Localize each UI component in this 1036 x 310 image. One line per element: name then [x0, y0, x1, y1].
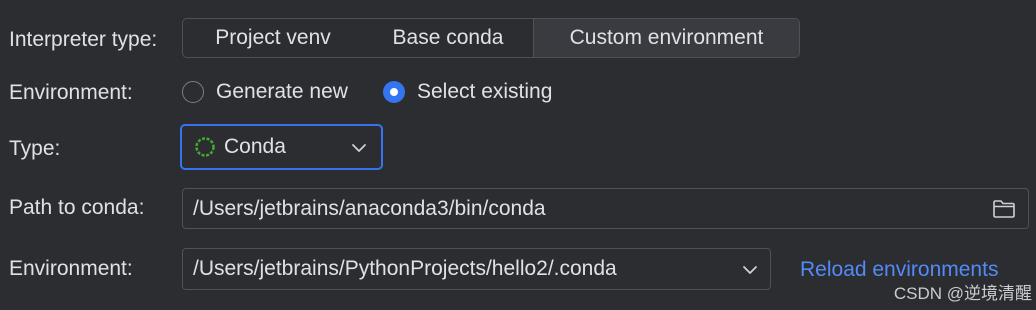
- radio-generate-new[interactable]: Generate new: [182, 80, 348, 104]
- chevron-down-icon: [352, 144, 366, 152]
- interpreter-type-label: Interpreter type:: [9, 28, 158, 51]
- folder-icon[interactable]: [992, 198, 1016, 220]
- interpreter-settings-panel: Interpreter type: Project venv Base cond…: [0, 0, 1036, 310]
- chevron-down-icon: [743, 266, 757, 274]
- type-dropdown-value: Conda: [224, 135, 286, 158]
- environment-dropdown-value: /Users/jetbrains/PythonProjects/hello2/.…: [193, 257, 617, 280]
- environment-mode-label: Environment:: [9, 81, 133, 104]
- environment-label: Environment:: [9, 257, 133, 280]
- radio-checked-icon: [383, 81, 405, 103]
- environment-dropdown[interactable]: /Users/jetbrains/PythonProjects/hello2/.…: [182, 248, 771, 290]
- path-to-conda-value: /Users/jetbrains/anaconda3/bin/conda: [193, 196, 546, 220]
- radio-select-existing-label: Select existing: [417, 80, 553, 103]
- path-to-conda-label: Path to conda:: [9, 196, 145, 219]
- path-to-conda-field[interactable]: /Users/jetbrains/anaconda3/bin/conda: [182, 188, 1029, 229]
- watermark-text: CSDN @逆境清醒: [893, 279, 1032, 304]
- segment-custom-environment[interactable]: Custom environment: [533, 19, 799, 57]
- type-label: Type:: [9, 137, 61, 160]
- conda-icon: [195, 137, 215, 157]
- radio-select-existing[interactable]: Select existing: [383, 80, 552, 104]
- interpreter-type-segmented-control: Project venv Base conda Custom environme…: [182, 18, 800, 58]
- segment-base-conda[interactable]: Base conda: [363, 19, 533, 57]
- segment-project-venv[interactable]: Project venv: [183, 19, 363, 57]
- radio-unchecked-icon: [182, 81, 204, 103]
- radio-generate-new-label: Generate new: [216, 80, 348, 103]
- type-dropdown[interactable]: Conda: [180, 124, 383, 170]
